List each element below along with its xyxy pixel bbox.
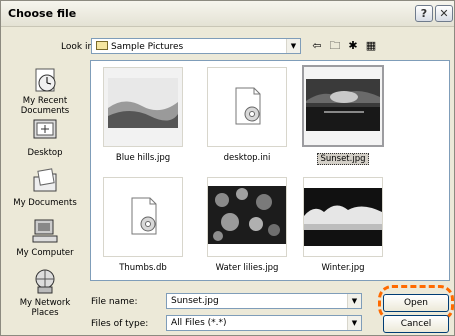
places-bar: My Recent Documents Desktop My Documents xyxy=(3,59,87,333)
file-name-value: Sunset.jpg xyxy=(171,296,219,306)
chevron-down-icon[interactable]: ▼ xyxy=(347,316,361,330)
file-list[interactable]: Blue hills.jpg desktop.ini Sunset.jpg Th… xyxy=(90,60,450,281)
settings-file-icon xyxy=(235,87,261,125)
my-documents-icon xyxy=(33,168,57,192)
views-menu-icon[interactable]: ▦ xyxy=(363,39,379,53)
place-label: My Documents xyxy=(13,198,77,208)
folder-icon xyxy=(96,41,108,50)
file-item-winter[interactable]: Winter.jpg xyxy=(295,177,391,273)
back-icon[interactable]: ⇦ xyxy=(309,39,325,53)
file-type-value: All Files (*.*) xyxy=(171,318,227,328)
file-item-desktop-ini[interactable]: desktop.ini xyxy=(199,67,295,163)
dialog-title: Choose file xyxy=(8,7,77,20)
place-my-network-places[interactable]: My Network Places xyxy=(3,267,87,318)
help-button[interactable]: ? xyxy=(415,5,433,22)
new-folder-icon[interactable]: ✱ xyxy=(345,39,361,53)
file-name-label: File name: xyxy=(91,297,138,307)
look-in-dropdown[interactable]: Sample Pictures ▼ xyxy=(91,38,301,54)
file-name: Thumbs.db xyxy=(119,263,167,273)
place-label: My Computer xyxy=(16,248,74,258)
file-item-sunset[interactable]: Sunset.jpg xyxy=(295,65,391,165)
file-name: Blue hills.jpg xyxy=(115,153,171,163)
close-button[interactable]: ✕ xyxy=(435,5,453,22)
file-thumbnail xyxy=(207,177,287,257)
file-name-input[interactable]: Sunset.jpg ▼ xyxy=(166,293,362,309)
recent-documents-icon xyxy=(35,68,56,92)
file-thumbnail xyxy=(103,67,183,147)
place-desktop[interactable]: Desktop xyxy=(3,117,87,158)
up-folder-icon[interactable]: 🗀 xyxy=(327,39,343,53)
folder-combo-text: Sample Pictures xyxy=(96,41,183,52)
place-my-documents[interactable]: My Documents xyxy=(3,167,87,208)
database-file-icon xyxy=(131,197,157,235)
place-label: My Recent xyxy=(22,96,68,106)
chevron-down-icon[interactable]: ▼ xyxy=(347,294,361,308)
file-thumbnail-selected xyxy=(302,65,384,147)
chevron-down-icon[interactable]: ▼ xyxy=(286,39,300,53)
look-in-folder-name: Sample Pictures xyxy=(111,42,184,52)
file-item-blue-hills[interactable]: Blue hills.jpg xyxy=(95,67,191,163)
choose-file-dialog: Choose file ? ✕ Look in: Sample Pictures… xyxy=(0,0,455,336)
place-label: My Network xyxy=(19,298,71,308)
file-type-label: Files of type: xyxy=(91,319,149,329)
place-my-recent-documents[interactable]: My Recent Documents xyxy=(3,65,87,116)
cancel-button[interactable]: Cancel xyxy=(383,315,449,333)
desktop-icon xyxy=(33,119,57,139)
place-label: Desktop xyxy=(27,148,63,158)
place-my-computer[interactable]: My Computer xyxy=(3,217,87,258)
file-name-selected: Sunset.jpg xyxy=(317,153,369,165)
my-computer-icon xyxy=(32,219,58,243)
network-places-icon xyxy=(35,269,55,294)
file-name: Water lilies.jpg xyxy=(215,263,279,273)
file-name: Winter.jpg xyxy=(321,263,365,273)
file-item-water-lilies[interactable]: Water lilies.jpg xyxy=(199,177,295,273)
file-type-select[interactable]: All Files (*.*) ▼ xyxy=(166,315,362,331)
file-name: desktop.ini xyxy=(223,153,271,163)
file-thumbnail xyxy=(207,67,287,147)
file-item-thumbs-db[interactable]: Thumbs.db xyxy=(95,177,191,273)
place-label: Places xyxy=(31,308,59,318)
place-label: Documents xyxy=(20,106,70,116)
file-thumbnail xyxy=(103,177,183,257)
title-bar: Choose file ? ✕ xyxy=(1,1,454,27)
file-thumbnail xyxy=(303,177,383,257)
